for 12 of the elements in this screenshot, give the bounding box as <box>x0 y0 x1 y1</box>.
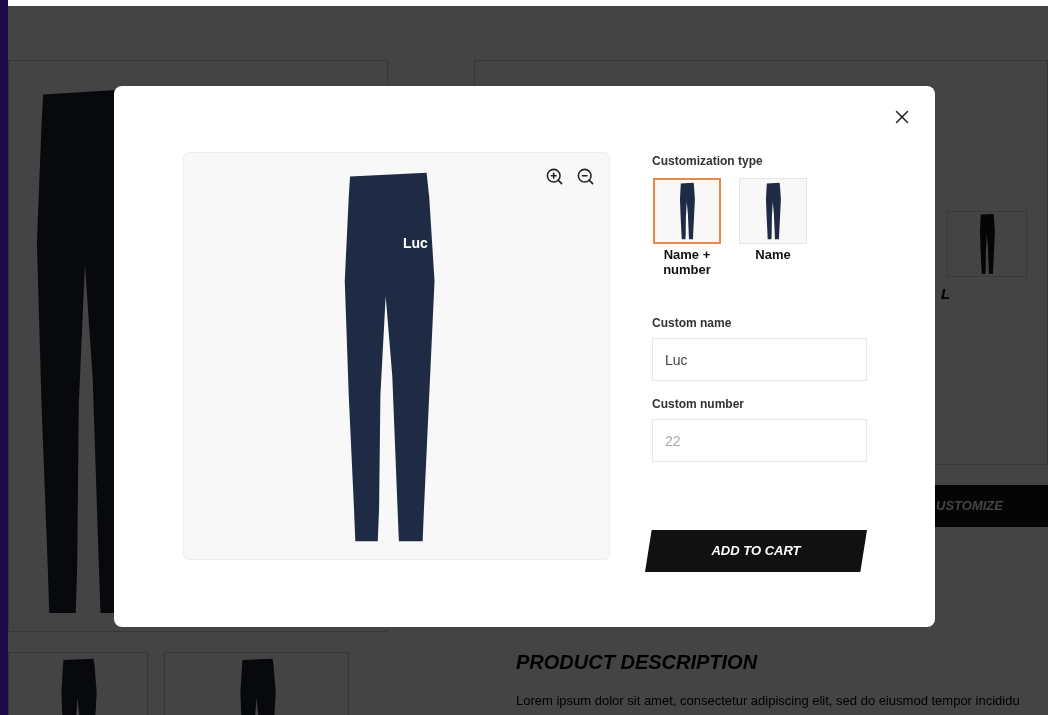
field-label: Customization type <box>652 153 764 170</box>
option-label: L <box>941 284 951 304</box>
text-field[interactable]: 22 <box>652 419 867 462</box>
zoom-in-icon[interactable] <box>545 167 564 186</box>
field-label: Custom name <box>652 315 733 332</box>
field-label: Custom number <box>652 396 745 413</box>
section-heading: PRODUCT DESCRIPTION <box>516 650 759 675</box>
description-text: Lorem ipsum dolor sit amet, consectetur adipiscing elit, sed do eiusmod tempor incididu <box>516 692 1021 710</box>
zoom-out-icon[interactable] <box>576 167 595 186</box>
text-field[interactable]: Luc <box>652 338 867 381</box>
print-text: Luc <box>403 234 428 253</box>
add-to-cart-button[interactable]: ADD TO CART <box>645 530 867 572</box>
